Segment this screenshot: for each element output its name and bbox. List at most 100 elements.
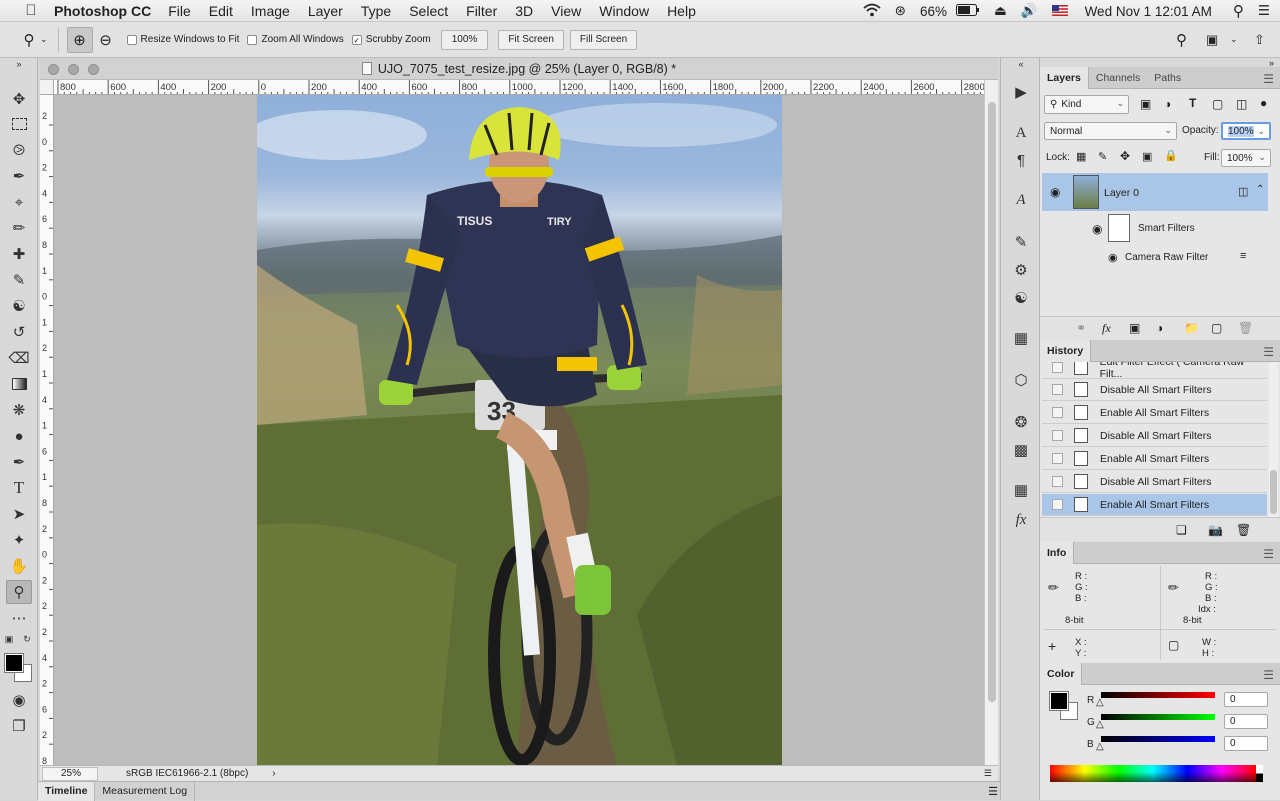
filter-shape-icon[interactable]: ▢ [1212,97,1223,111]
wifi-icon[interactable] [863,3,881,20]
share-icon[interactable]: ⇧ [1254,32,1265,48]
vertical-ruler[interactable]: 20246810121416182022242628 [40,95,54,765]
history-item[interactable]: Disable All Smart Filters [1042,471,1267,493]
scrollbar-thumb[interactable] [1270,470,1277,514]
canvas-area[interactable]: 33 TISUS TIRY [54,95,984,765]
move-tool-icon[interactable]: ✥ [6,87,32,111]
history-item[interactable]: Edit Filter Effect ( Camera Raw Filt... [1042,362,1267,380]
battery-icon[interactable] [955,3,980,19]
zoom-level-field[interactable]: 25% [42,766,98,781]
workspace-chevron-icon[interactable]: ⌄ [1230,34,1238,45]
notification-center-icon[interactable]: ☰ [1258,3,1270,19]
blue-slider-thumb-icon[interactable]: △ [1096,741,1104,752]
character-panel-icon[interactable]: A [1008,121,1034,145]
volume-icon[interactable]: 🔊 [1021,3,1038,19]
tab-channels[interactable]: Channels [1089,67,1147,89]
green-value-field[interactable]: 0 [1224,714,1268,729]
color-panel-menu-icon[interactable]: ☰ [1263,668,1274,682]
apple-menu-icon[interactable]:  [20,2,42,19]
filter-adjustment-icon[interactable]: ◑ [1164,97,1171,111]
filter-type-icon[interactable]: T [1189,96,1196,110]
eyedropper-tool-icon[interactable]: ✏ [6,216,32,240]
spotlight-search-icon[interactable]: ⚲ [1233,2,1244,20]
smart-filter-mask-thumbnail[interactable] [1108,214,1130,242]
ruler-origin[interactable] [40,80,54,95]
zoom-window-button[interactable] [88,64,99,75]
clone-source-icon[interactable]: ☯ [1008,286,1034,310]
menu-file[interactable]: File [168,3,191,19]
quick-selection-tool-icon[interactable]: ✒ [6,164,32,188]
3d-panel-icon[interactable]: ⬡ [1008,368,1034,392]
history-checkbox[interactable] [1052,384,1063,395]
more-tools-icon[interactable]: ⋯ [6,606,32,630]
foreground-color-swatch[interactable] [4,653,24,673]
brush-tool-icon[interactable]: ✎ [6,268,32,292]
menu-edit[interactable]: Edit [209,3,233,19]
visibility-eye-icon[interactable]: ◉ [1050,185,1060,199]
zoom-in-icon[interactable]: ⊕ [66,26,93,53]
collapse-strip-icon[interactable]: « [1008,58,1034,70]
zoom-out-icon[interactable]: ⊖ [93,27,119,53]
blue-value-field[interactable]: 0 [1224,736,1268,751]
menu-3d[interactable]: 3D [515,3,533,19]
lock-transparent-icon[interactable]: ▦ [1076,150,1086,163]
paragraph-panel-icon[interactable]: ¶ [1008,148,1034,172]
tab-info[interactable]: Info [1040,541,1075,564]
menu-view[interactable]: View [551,3,581,19]
fill-screen-button[interactable]: Fill Screen [569,29,638,50]
menu-select[interactable]: Select [409,3,448,19]
zoom-all-checkbox[interactable]: Zoom All Windows [247,34,344,45]
menu-layer[interactable]: Layer [308,3,343,19]
minimize-window-button[interactable] [68,64,79,75]
document-image[interactable]: 33 TISUS TIRY [257,95,782,765]
menu-window[interactable]: Window [599,3,649,19]
color-fg-swatch[interactable] [1049,691,1069,711]
pen-tool-icon[interactable]: ✒ [6,450,32,474]
actions-play-icon[interactable]: ▶ [1008,80,1034,104]
delete-state-icon[interactable]: 🗑 [1236,523,1251,537]
history-panel-menu-icon[interactable]: ☰ [1263,345,1274,359]
vertical-scrollbar[interactable] [984,80,998,765]
type-tool-icon[interactable]: T [6,476,32,500]
filter-kind-select[interactable]: ⚲ Kind ⌄ [1044,95,1129,114]
hand-tool-icon[interactable]: ✋ [6,554,32,578]
zoom-value-field[interactable]: 100% [440,29,489,50]
adjustments-sliders-icon[interactable]: ⚙ [1008,258,1034,282]
swatches-grid-icon[interactable]: ▦ [1008,478,1034,502]
lock-position-icon[interactable]: ✥ [1120,149,1130,163]
histogram-icon[interactable]: ▩ [1008,438,1034,462]
lock-all-icon[interactable]: 🔒 [1164,149,1178,162]
history-item[interactable]: Enable All Smart Filters [1042,448,1267,470]
properties-panel-icon[interactable]: ▦ [1008,326,1034,350]
history-checkbox[interactable] [1052,407,1063,418]
healing-brush-tool-icon[interactable]: ✚ [6,242,32,266]
styles-fx-icon[interactable]: fx [1008,508,1034,532]
tab-layers[interactable]: Layers [1040,66,1089,89]
menu-help[interactable]: Help [667,3,696,19]
new-group-icon[interactable]: 📁 [1184,321,1199,335]
scrubby-zoom-checkbox[interactable]: ✓ Scrubby Zoom [351,34,431,45]
clock[interactable]: Wed Nov 1 12:01 AM [1085,4,1212,19]
history-checkbox[interactable] [1052,430,1063,441]
zoom-tool-preset-icon[interactable]: ⚲ [16,27,42,53]
menu-type[interactable]: Type [361,3,391,19]
horizontal-ruler[interactable]: 800 600 400 200 0 200 400 600 800 1000 1200 1400 160… [54,80,984,95]
zoom-tool-icon[interactable]: ⚲ [6,580,32,604]
red-slider-track[interactable] [1101,692,1215,698]
eraser-tool-icon[interactable]: ⌫ [6,346,32,370]
history-item[interactable]: Disable All Smart Filters [1042,379,1267,401]
history-checkbox[interactable] [1052,476,1063,487]
app-menu[interactable]: Photoshop CC [54,3,151,19]
tab-paths[interactable]: Paths [1147,67,1188,89]
tab-history[interactable]: History [1040,339,1092,362]
new-layer-icon[interactable]: ▢ [1211,321,1222,335]
lock-artboard-icon[interactable]: ▣ [1142,150,1152,163]
lock-image-icon[interactable]: ✎ [1098,150,1107,163]
blur-tool-icon[interactable]: ❋ [6,398,32,422]
close-window-button[interactable] [48,64,59,75]
tab-timeline[interactable]: Timeline [38,781,96,801]
red-value-field[interactable]: 0 [1224,692,1268,707]
new-snapshot-icon[interactable]: 📷 [1208,523,1223,537]
link-layers-icon[interactable]: ⚭ [1076,321,1086,335]
smart-filters-row[interactable]: ◉ Smart Filters [1042,211,1268,245]
